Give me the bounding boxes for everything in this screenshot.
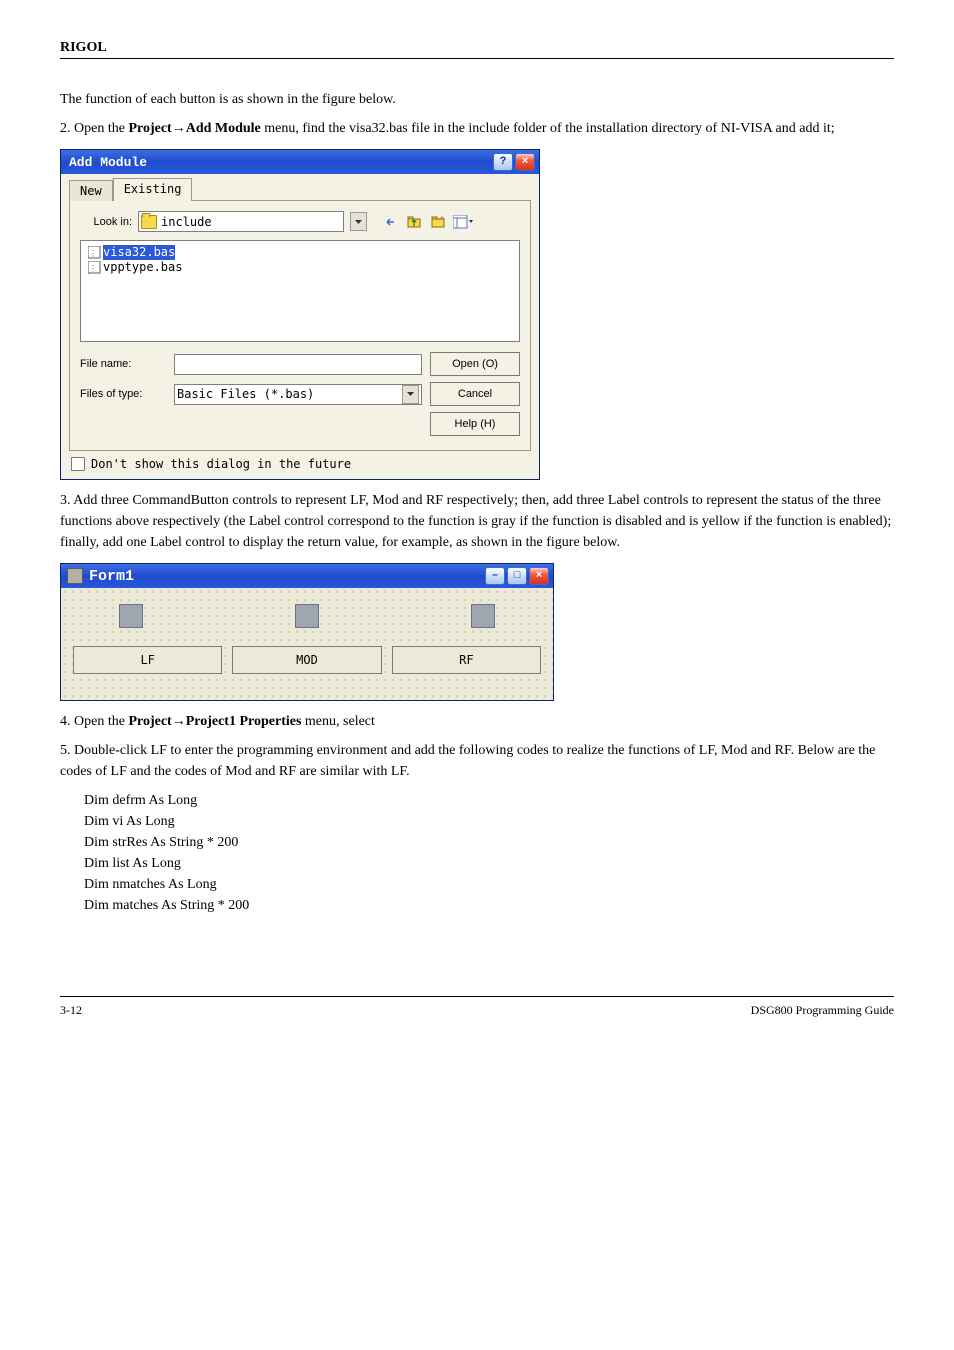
file-name-label: File name: (80, 358, 166, 370)
page-footer: 3-12 DSG800 Programming Guide (60, 996, 894, 1018)
step-3: 3. Add three CommandButton controls to r… (60, 490, 894, 553)
file-name-input[interactable] (174, 354, 422, 375)
file-item-visa32[interactable]: ⋮ visa32.bas (87, 245, 513, 260)
guide-title: DSG800 Programming Guide (751, 1003, 894, 1018)
module-icon: ⋮ (87, 261, 101, 275)
lookin-value: include (161, 215, 341, 229)
back-icon[interactable] (381, 213, 401, 231)
lookin-label: Look in: (80, 216, 132, 228)
add-module-titlebar: Add Module ? × (61, 150, 539, 174)
titlebar-help-button[interactable]: ? (493, 153, 513, 171)
svg-text:⋮: ⋮ (89, 264, 97, 273)
page-number: 3-12 (60, 1003, 82, 1018)
file-name-0: visa32.bas (103, 245, 175, 260)
form1-title: Form1 (89, 568, 134, 585)
intro-text: The function of each button is as shown … (60, 89, 894, 110)
add-module-title: Add Module (69, 155, 147, 170)
files-of-type-combo[interactable]: Basic Files (*.bas) (174, 384, 422, 405)
step-4-num: 4. (60, 714, 71, 729)
tab-new[interactable]: New (69, 180, 113, 201)
file-list[interactable]: ⋮ visa32.bas ⋮ vpptype.bas (80, 240, 520, 342)
step-4: 4. Open the Project→Project1 Properties … (60, 711, 894, 732)
step-3-text: Add three CommandButton controls to repr… (60, 493, 891, 550)
dont-show-label: Don't show this dialog in the future (91, 457, 351, 471)
mod-button[interactable]: MOD (232, 646, 381, 674)
footer-rule (60, 996, 894, 997)
brand-header: RIGOL (60, 40, 894, 56)
form1-close-button[interactable]: × (529, 567, 549, 585)
file-item-vpptype[interactable]: ⋮ vpptype.bas (87, 260, 513, 275)
form1-minimize-button[interactable]: – (485, 567, 505, 585)
step-2-num: 2. (60, 121, 71, 136)
files-of-type-label: Files of type: (80, 388, 166, 400)
form1-titlebar: Form1 – □ × (61, 564, 553, 588)
file-name-1: vpptype.bas (103, 260, 182, 275)
folder-icon (141, 215, 157, 229)
help-button[interactable]: Help (H) (430, 412, 520, 436)
step-5-text: Double-click LF to enter the programming… (60, 743, 875, 779)
step-5-num: 5. (60, 743, 71, 758)
tabs: New Existing (69, 178, 531, 201)
svg-text:⋮: ⋮ (89, 249, 97, 258)
figure-add-module: Add Module ? × New Existing Look in: inc… (60, 149, 894, 480)
figure-form1: Form1 – □ × LF MOD RF (60, 563, 894, 701)
view-menu-icon[interactable] (453, 213, 473, 231)
header-rule (60, 58, 894, 59)
step-3-num: 3. (60, 493, 71, 508)
step-2-menu-2: Add Module (186, 121, 261, 136)
lf-button[interactable]: LF (73, 646, 222, 674)
step-5: 5. Double-click LF to enter the programm… (60, 740, 894, 782)
status-label-mod (295, 604, 319, 628)
titlebar-close-button[interactable]: × (515, 153, 535, 171)
tab-panel-existing: Look in: include (69, 200, 531, 451)
files-of-type-arrow[interactable] (402, 385, 419, 404)
code-block: Dim defrm As Long Dim vi As Long Dim str… (84, 790, 894, 916)
form1-window: Form1 – □ × LF MOD RF (60, 563, 554, 701)
open-button[interactable]: Open (O) (430, 352, 520, 376)
step-2: 2. Open the Project→Add Module menu, fin… (60, 118, 894, 139)
lookin-combo[interactable]: include (138, 211, 344, 232)
form-icon (67, 568, 83, 584)
step-4-bold-2: Project1 Properties (186, 714, 302, 729)
cancel-button[interactable]: Cancel (430, 382, 520, 406)
tab-existing[interactable]: Existing (113, 178, 193, 201)
rf-button[interactable]: RF (392, 646, 541, 674)
add-module-dialog: Add Module ? × New Existing Look in: inc… (60, 149, 540, 480)
status-label-lf (119, 604, 143, 628)
files-of-type-value: Basic Files (*.bas) (177, 387, 314, 401)
step-2-menu: Project (128, 121, 171, 136)
status-label-rf (471, 604, 495, 628)
form1-maximize-button[interactable]: □ (507, 567, 527, 585)
lookin-dropdown-arrow[interactable] (350, 212, 367, 231)
dont-show-checkbox[interactable] (71, 457, 85, 471)
up-one-level-icon[interactable] (405, 213, 425, 231)
module-icon: ⋮ (87, 246, 101, 260)
new-folder-icon[interactable] (429, 213, 449, 231)
step-4-bold: Project (128, 714, 171, 729)
